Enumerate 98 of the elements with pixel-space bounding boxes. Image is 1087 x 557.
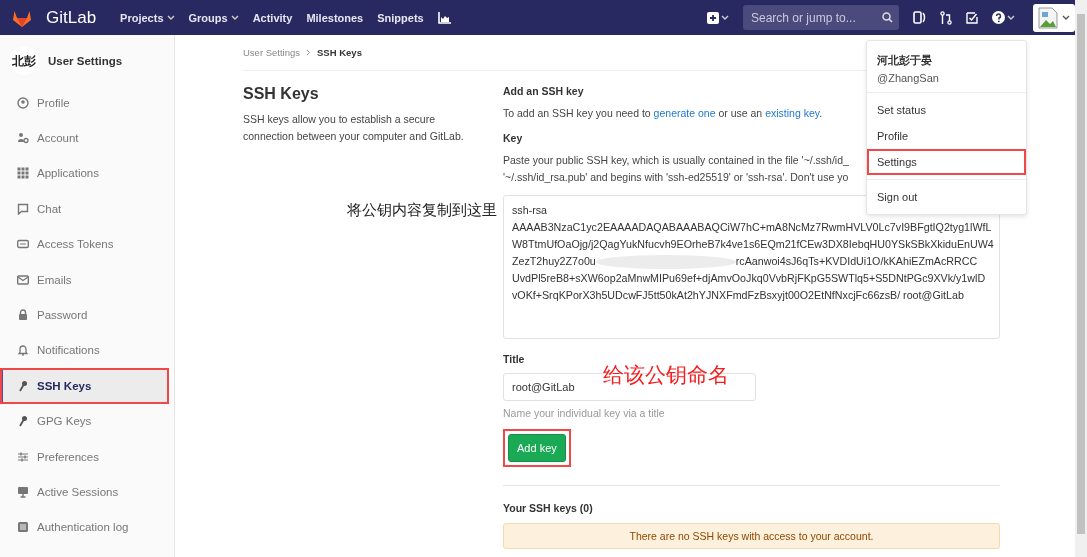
sidebar-item[interactable]: Applications [0, 155, 169, 192]
user-name: 河北彭于晏 [877, 53, 933, 68]
sidebar-item-label: Preferences [37, 450, 99, 463]
chevron-down-icon [1007, 14, 1015, 21]
chevron-down-icon [721, 14, 729, 21]
empty-notice: There are no SSH keys with access to your account. [503, 523, 1000, 550]
grid-icon [17, 167, 29, 180]
nav-link[interactable]: Projects [120, 11, 175, 24]
menu-item[interactable]: Sign out [867, 184, 1026, 210]
sidebar-item[interactable]: Profile [0, 85, 169, 121]
scrollbar[interactable] [1075, 0, 1087, 557]
sidebar-item-label: Emails [37, 273, 72, 286]
sidebar-item-label: Password [37, 309, 88, 322]
user-avatar-button[interactable] [1033, 3, 1075, 32]
field-hint: Name your individual key via a title [503, 407, 666, 420]
search-icon [882, 12, 893, 23]
section-heading: Your SSH keys (0) [503, 502, 593, 515]
sidebar-item-label: Access Tokens [37, 238, 114, 251]
broken-image-icon [1038, 6, 1058, 29]
user-handle: @ZhangSan [877, 72, 940, 84]
sidebar-title: User Settings [48, 55, 123, 67]
annotation-text: 将公钥内容复制到这里 [347, 201, 497, 221]
sidebar-item-label: Authentication log [37, 521, 129, 534]
page-title: SSH Keys [243, 85, 320, 103]
log-icon [17, 521, 29, 534]
help-icon [992, 11, 1005, 24]
sidebar-item[interactable]: SSH Keys [0, 368, 169, 404]
sidebar-item[interactable]: Authentication log [0, 509, 169, 546]
sidebar-item-label: Notifications [37, 344, 100, 357]
search-field[interactable]: Search or jump to... [749, 9, 869, 26]
chat-icon [17, 202, 29, 215]
sliders-icon [17, 450, 29, 463]
key-text: W8TtmUfOaOjg/j2QagYukNfucvh9EOrheB7k4ve1s6EQm21fCEw3DX8IebqHU0YSkSBkXkiduEnUW4 [512, 237, 994, 253]
sidebar-item-label: Applications [37, 167, 99, 180]
user-circle-icon [17, 96, 29, 109]
nav-link[interactable]: Snippets [377, 11, 424, 24]
menu-item[interactable]: Set status [867, 97, 1026, 123]
generate-link[interactable]: generate one [653, 107, 716, 119]
breadcrumb-link[interactable]: SSH Keys [317, 47, 362, 58]
sidebar-item[interactable]: Notifications [0, 332, 169, 369]
sidebar-item[interactable]: Preferences [0, 438, 169, 475]
chevron-down-icon [166, 14, 175, 21]
search-box[interactable]: Search or jump to... [743, 5, 899, 30]
sidebar-item-label: Account [37, 132, 79, 145]
key-text: vOKf+SrqKPorX3h5UDcwFJ5tt50kAt2hYJNXFmdFzBsxyjt00O2EtNfNxcjFc66zsB/ root@GitLab [512, 288, 964, 304]
menu-item[interactable]: Settings [867, 149, 1026, 175]
section-heading: Add an SSH key [503, 85, 584, 97]
new-button[interactable] [707, 11, 729, 24]
user-avatar: 北彭 [10, 47, 38, 75]
monitor-icon [17, 486, 29, 498]
user-gear-icon [17, 132, 29, 145]
field-label: Key [503, 131, 523, 144]
help-button[interactable] [992, 11, 1015, 24]
bell-icon [17, 344, 29, 357]
lock-icon [17, 309, 29, 322]
page-description: SSH keys allow you to establish a secure connection between your computer and GitLab. [243, 112, 465, 144]
sidebar-item[interactable]: Password [0, 297, 169, 333]
chevron-down-icon [230, 14, 239, 21]
chevron-down-icon [1062, 14, 1070, 21]
sidebar-item[interactable]: Emails [0, 261, 169, 298]
issues-icon[interactable] [913, 11, 926, 24]
key-textarea[interactable] [503, 195, 1000, 340]
brand-name[interactable]: GitLab [46, 7, 97, 28]
help-text: To add an SSH key you need to generate one or use an existing key. [503, 106, 823, 121]
merge-request-icon[interactable] [940, 10, 952, 25]
chevron-right-icon [306, 49, 312, 56]
key-text: UvdPl5reB8+sXW6op2aMnwMIPu69ef+djAmvOoJkq0VvbRjFKpG5SWTlq5+S5DNtPGc9XVk/y1wlD [512, 271, 986, 287]
sidebar-item[interactable]: Account [0, 120, 169, 156]
sidebar-item-label: Profile [37, 96, 70, 109]
sidebar-item-label: Chat [37, 202, 62, 215]
add-key-button[interactable]: Add key [508, 434, 566, 463]
sidebar-item[interactable]: Access Tokens [0, 226, 169, 262]
fox-logo-icon [12, 8, 32, 27]
field-label: Title [503, 353, 525, 366]
nav-link[interactable]: Activity [252, 11, 293, 24]
sidebar-item-label: SSH Keys [37, 379, 92, 392]
key-text: rcAanwoi4sJ6qTs+KVDIdUi1O/kKAhiEZmAcRRCC [735, 254, 978, 270]
breadcrumb-link[interactable]: User Settings [243, 47, 301, 58]
key-icon [17, 415, 29, 428]
todo-check-icon[interactable] [966, 11, 978, 24]
nav-link[interactable]: Groups [188, 11, 239, 24]
mail-icon [17, 273, 29, 286]
help-text: Paste your public SSH key, which is usually contained in the file '~/.ssh/id_ [503, 152, 849, 168]
chart-icon[interactable] [437, 11, 451, 24]
help-text: '~/.ssh/id_rsa.pub' and begins with 'ssh-ed25519' or 'ssh-rsa'. Don't use yo [503, 169, 849, 185]
sidebar-item[interactable]: Active Sessions [0, 474, 169, 510]
sidebar-item[interactable]: GPG Keys [0, 403, 169, 439]
key-icon [17, 379, 29, 392]
key-text: ssh-rsa [512, 203, 548, 219]
sidebar-item-label: GPG Keys [37, 415, 92, 428]
token-icon [17, 238, 29, 251]
nav-link[interactable]: Milestones [306, 11, 364, 24]
sidebar-item-label: Active Sessions [37, 486, 119, 498]
menu-item[interactable]: Profile [867, 123, 1026, 149]
key-text: AAAAB3NzaC1yc2EAAAADAQABAAABAQCiW7hC+mA8NcMz7RwmHVLV0Lc7vI9BFgtIQ2tyg1lWfL [512, 220, 992, 236]
key-text: ZezT2huy2Z7o0u [512, 254, 596, 270]
plus-square-icon [707, 11, 719, 24]
sidebar-item[interactable]: Chat [0, 191, 169, 227]
